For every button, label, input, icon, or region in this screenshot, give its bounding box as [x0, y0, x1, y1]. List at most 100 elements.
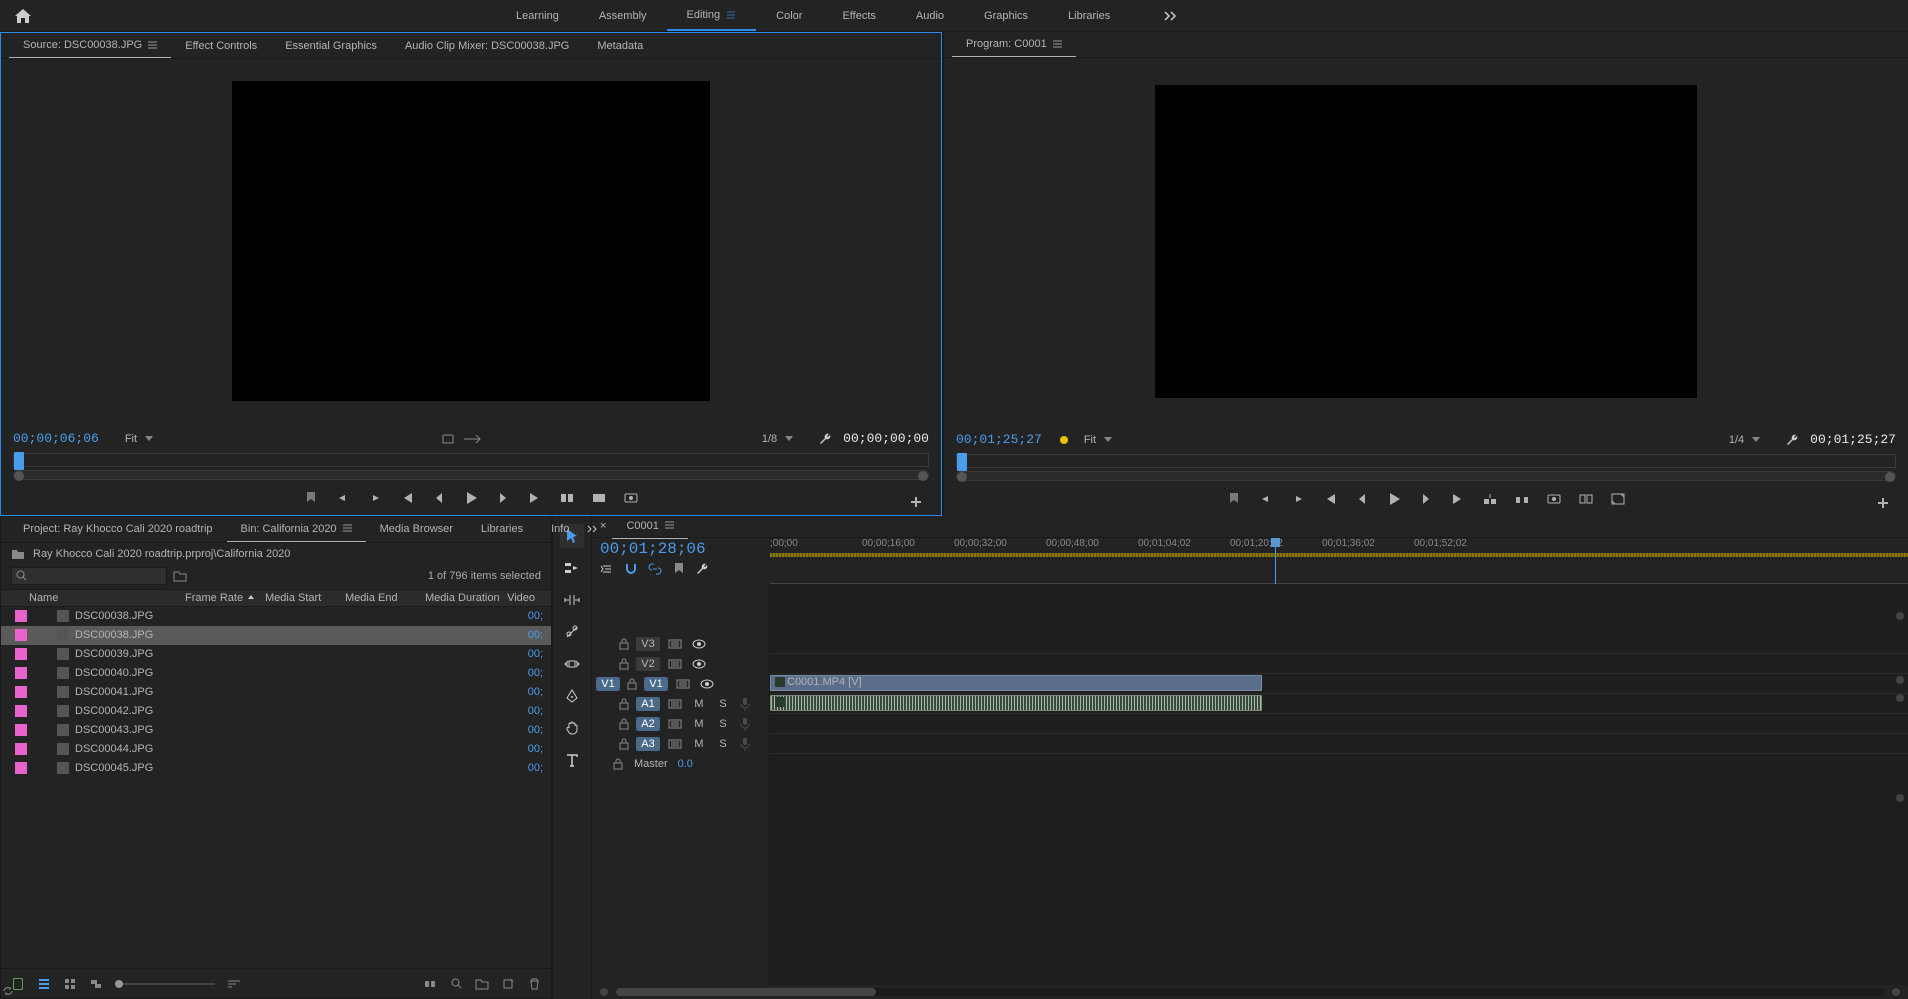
source-monitor-viewport[interactable]	[1, 59, 941, 424]
track-label[interactable]: V3	[636, 637, 660, 651]
label-color-swatch[interactable]	[15, 648, 27, 660]
label-color-swatch[interactable]	[15, 724, 27, 736]
workspace-libraries[interactable]: Libraries	[1048, 2, 1130, 30]
button-editor-add[interactable]	[907, 493, 925, 511]
step-back-button[interactable]	[430, 489, 448, 507]
program-resolution-select[interactable]: 1/4	[1723, 432, 1776, 448]
tab-source[interactable]: Source: DSC00038.JPG	[9, 33, 171, 58]
toggle-output-icon[interactable]	[690, 637, 708, 651]
source-marker-icon[interactable]	[442, 433, 454, 445]
project-item[interactable]: DSC00045.JPG 00;	[1, 759, 551, 778]
source-zoom-select[interactable]: Fit	[119, 431, 169, 447]
source-resolution-select[interactable]: 1/8	[756, 431, 809, 447]
list-view-button[interactable]	[37, 977, 51, 991]
track-header-a3[interactable]: A3 M S	[592, 734, 769, 754]
freeform-view-button[interactable]	[89, 977, 103, 991]
button-editor-add[interactable]	[1874, 494, 1892, 512]
workspace-color[interactable]: Color	[756, 2, 822, 30]
workspace-graphics[interactable]: Graphics	[964, 2, 1048, 30]
sort-menu[interactable]	[227, 977, 241, 991]
mark-out-button[interactable]	[1289, 490, 1307, 508]
program-playhead-timecode[interactable]: 00;01;25;27	[956, 432, 1042, 447]
solo-button[interactable]: S	[714, 697, 732, 711]
home-button[interactable]	[10, 5, 36, 27]
tab-media-browser[interactable]: Media Browser	[366, 517, 467, 541]
tab-menu-icon[interactable]	[343, 524, 352, 533]
program-zoom-slider[interactable]	[956, 471, 1896, 481]
track-select-tool[interactable]	[560, 556, 584, 580]
mute-button[interactable]: M	[690, 737, 708, 751]
sync-lock-icon[interactable]	[666, 637, 684, 651]
find-button[interactable]	[449, 977, 463, 991]
project-item[interactable]: DSC00042.JPG 00;	[1, 702, 551, 721]
project-item-list[interactable]: DSC00038.JPG 00; DSC00038.JPG 00; DSC000…	[1, 607, 551, 969]
mute-button[interactable]: M	[690, 717, 708, 731]
workspace-assembly[interactable]: Assembly	[579, 2, 667, 30]
label-color-swatch[interactable]	[15, 667, 27, 679]
slider-handle-left[interactable]	[14, 471, 24, 481]
track-label[interactable]: V1	[644, 677, 668, 691]
program-monitor-viewport[interactable]	[944, 58, 1908, 425]
timeline-track-content[interactable]: C0001.MP4 [V]	[770, 584, 1908, 986]
workspace-overflow[interactable]	[1160, 7, 1182, 25]
vscroll-marker[interactable]	[1896, 612, 1904, 620]
track-lane-a2[interactable]	[770, 714, 1908, 734]
project-item[interactable]: DSC00040.JPG 00;	[1, 664, 551, 683]
project-search-input[interactable]	[11, 567, 167, 585]
safe-margins-button[interactable]	[1609, 490, 1627, 508]
play-button[interactable]	[462, 489, 480, 507]
tab-program[interactable]: Program: C0001	[952, 32, 1076, 57]
toggle-output-icon[interactable]	[690, 657, 708, 671]
delete-button[interactable]	[527, 977, 541, 991]
type-tool[interactable]	[560, 748, 584, 772]
track-label[interactable]: A3	[636, 737, 660, 751]
panel-overflow[interactable]	[583, 521, 603, 537]
lock-icon[interactable]	[618, 718, 630, 730]
add-marker-button[interactable]	[302, 489, 320, 507]
header-video[interactable]: Video	[505, 592, 535, 604]
vscroll-marker[interactable]	[1896, 694, 1904, 702]
mute-button[interactable]: M	[690, 697, 708, 711]
project-item[interactable]: DSC00044.JPG 00;	[1, 740, 551, 759]
step-forward-button[interactable]	[494, 489, 512, 507]
source-drag-icon[interactable]	[462, 433, 482, 445]
label-color-swatch[interactable]	[15, 762, 27, 774]
tab-menu-icon[interactable]	[148, 41, 157, 50]
source-scrub-playhead[interactable]	[14, 452, 24, 470]
solo-button[interactable]: S	[714, 717, 732, 731]
go-to-out-button[interactable]	[526, 489, 544, 507]
track-header-v2[interactable]: V2	[592, 654, 769, 674]
lift-button[interactable]	[1481, 490, 1499, 508]
track-header-v3[interactable]: V3	[592, 634, 769, 654]
program-scrub-playhead[interactable]	[957, 453, 967, 471]
tab-project[interactable]: Project: Ray Khocco Cali 2020 roadtrip	[9, 517, 227, 541]
project-item[interactable]: DSC00041.JPG 00;	[1, 683, 551, 702]
mark-out-button[interactable]	[366, 489, 384, 507]
add-marker-button[interactable]	[1225, 490, 1243, 508]
header-media-start[interactable]: Media Start	[265, 592, 345, 604]
solo-button[interactable]: S	[714, 737, 732, 751]
label-color-swatch[interactable]	[15, 705, 27, 717]
new-bin-button[interactable]	[475, 977, 489, 991]
label-color-swatch[interactable]	[15, 686, 27, 698]
automate-to-sequence-button[interactable]	[423, 977, 437, 991]
tab-essential-graphics[interactable]: Essential Graphics	[271, 34, 391, 58]
source-patch-v1[interactable]: V1	[596, 677, 620, 691]
slider-handle-right[interactable]	[1885, 472, 1895, 482]
timeline-playhead-timecode[interactable]: 00;01;28;06	[600, 540, 762, 558]
tab-info[interactable]: Info	[537, 517, 583, 541]
tab-menu-icon[interactable]	[1053, 40, 1062, 49]
program-zoom-select[interactable]: Fit	[1078, 432, 1128, 448]
timeline-ruler[interactable]: ;00;0000;00;16;0000;00;32;0000;00;48;000…	[770, 538, 1908, 584]
voice-over-record-icon[interactable]	[738, 697, 752, 711]
source-scrub-bar[interactable]	[13, 453, 929, 467]
vscroll-marker[interactable]	[1896, 794, 1904, 802]
marker-toggle-icon[interactable]	[672, 562, 686, 576]
workspace-audio[interactable]: Audio	[896, 2, 964, 30]
program-settings-wrench-icon[interactable]	[1786, 433, 1800, 447]
razor-tool[interactable]	[560, 620, 584, 644]
play-button[interactable]	[1385, 490, 1403, 508]
workspace-learning[interactable]: Learning	[496, 2, 579, 30]
header-media-end[interactable]: Media End	[345, 592, 425, 604]
label-color-swatch[interactable]	[15, 743, 27, 755]
